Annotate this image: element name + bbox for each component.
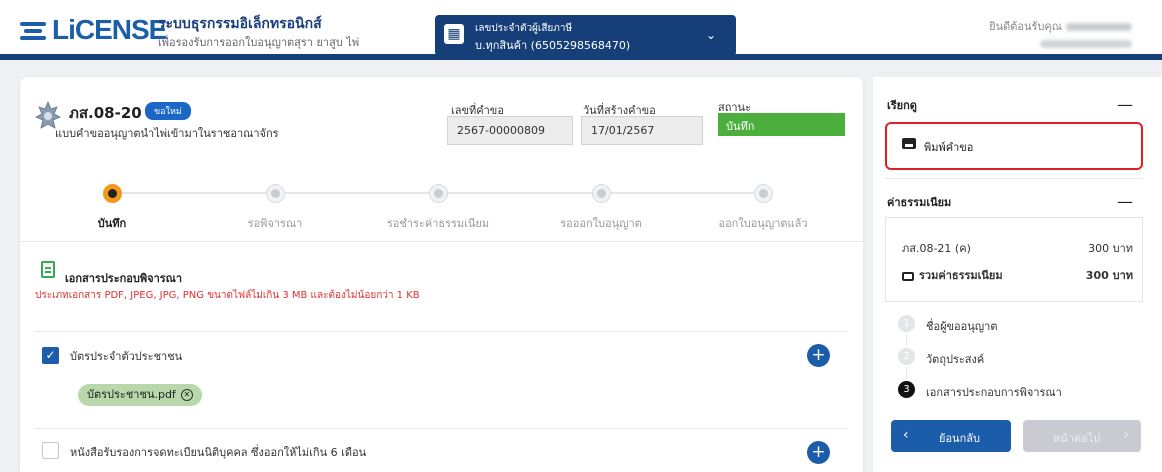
actions-title: เรียกดู bbox=[887, 99, 917, 112]
step-label-license-issued: ออกใบอนุญาตแล้ว bbox=[718, 217, 808, 230]
step-label-review: รอพิจารณา bbox=[247, 217, 303, 230]
step-dot-saved bbox=[103, 184, 122, 203]
add-company-cert-file-button[interactable]: + bbox=[807, 441, 830, 464]
blurred-user-email bbox=[1040, 40, 1132, 48]
fee-item-amount: 300 บาท bbox=[1088, 242, 1133, 255]
form-name: แบบคำขออนุญาตนำไพ่เข้ามาในราชอาณาจักร bbox=[55, 127, 279, 140]
system-subtitle: เพื่อรองรับการออกใบอนุญาตสุรา ยาสูบ ไพ่ bbox=[158, 36, 360, 49]
system-title: ระบบธุรกรรมอิเล็กทรอนิกส์ bbox=[158, 16, 322, 32]
building-icon: ▦ bbox=[444, 24, 464, 44]
request-number-field: 2567-00000809 bbox=[447, 116, 573, 145]
logo-text: LiCENSE bbox=[52, 14, 167, 45]
welcome-text: ยินดีต้อนรับคุณ bbox=[989, 20, 1062, 33]
nav-step-number: 1 bbox=[898, 315, 915, 332]
print-request-label: พิมพ์คำขอ bbox=[924, 141, 974, 154]
fee-item-name: ภส.08-21 (ค) bbox=[902, 242, 971, 255]
documents-title: เอกสารประกอบพิจารณา bbox=[65, 272, 183, 285]
step-label-license-pending: รอออกใบอนุญาต bbox=[560, 217, 642, 230]
blurred-user-name bbox=[1066, 23, 1132, 31]
app-header: LiCENSE ระบบธุรกรรมอิเล็กทรอนิกส์ เพื่อร… bbox=[0, 0, 1162, 60]
step-dot-license-pending bbox=[592, 184, 611, 203]
next-button-label: หน้าต่อไป bbox=[1053, 432, 1101, 445]
back-button-label: ย้อนกลับ bbox=[939, 432, 980, 445]
side-divider bbox=[885, 178, 1143, 179]
fee-total-label: รวมค่าธรรมเนียม bbox=[902, 266, 1003, 284]
nav-step-purpose[interactable]: วัตถุประสงค์ bbox=[926, 350, 984, 368]
logo-mark-icon bbox=[20, 19, 46, 41]
taxpayer-value: บ.ทุกสินค้า (6505298568470) bbox=[475, 39, 631, 52]
uploaded-file-name: บัตรประชาชน.pdf bbox=[87, 388, 176, 401]
next-button[interactable]: หน้าต่อไป › bbox=[1023, 420, 1141, 452]
add-id-card-file-button[interactable]: + bbox=[807, 344, 830, 367]
back-button[interactable]: ‹ ย้อนกลับ bbox=[891, 420, 1011, 452]
taxpayer-label: เลขประจำตัวผู้เสียภาษี bbox=[475, 23, 573, 34]
remove-file-icon[interactable]: ✕ bbox=[180, 389, 193, 401]
company-cert-label: หนังสือรับรองการจดทะเบียนนิติบุคคล ซึ่งอ… bbox=[70, 446, 367, 459]
company-cert-checkbox[interactable] bbox=[42, 442, 59, 459]
license-logo[interactable]: LiCENSE bbox=[20, 14, 167, 46]
created-date-field: 17/01/2567 bbox=[581, 116, 703, 145]
id-card-label: บัตรประจำตัวประชาชน bbox=[70, 350, 183, 363]
fee-summary-card: ภส.08-21 (ค) 300 บาท รวมค่าธรรมเนียม 300… bbox=[885, 217, 1143, 302]
section-divider bbox=[20, 241, 863, 242]
printer-icon bbox=[902, 138, 916, 149]
step-dot-license-issued bbox=[754, 184, 773, 203]
item-divider bbox=[35, 331, 848, 332]
request-type-badge: ขอใหม่ bbox=[145, 102, 191, 120]
document-icon bbox=[41, 261, 55, 278]
print-request-button[interactable]: พิมพ์คำขอ bbox=[885, 122, 1143, 170]
nav-step-applicant[interactable]: ชื่อผู้ขออนุญาต bbox=[926, 317, 997, 335]
step-label-payment: รอชำระค่าธรรมเนียม bbox=[386, 217, 490, 230]
collapse-fees-icon[interactable]: — bbox=[1117, 194, 1133, 210]
step-dot-payment bbox=[429, 184, 448, 203]
fee-total-amount: 300 บาท bbox=[1085, 269, 1133, 282]
request-form-card: ภส.08-20 ขอใหม่ แบบคำขออนุญาตนำไพ่เข้ามา… bbox=[20, 77, 863, 472]
form-code: ภส.08-20 bbox=[69, 104, 142, 122]
step-label-saved: บันทึก bbox=[97, 217, 127, 230]
nav-step-number: 2 bbox=[898, 348, 915, 365]
nav-step-documents[interactable]: เอกสารประกอบการพิจารณา bbox=[926, 383, 1062, 401]
fees-title: ค่าธรรมเนียม bbox=[887, 196, 952, 209]
user-welcome[interactable]: ยินดีต้อนรับคุณ bbox=[989, 17, 1132, 51]
nav-connector bbox=[906, 334, 907, 346]
chevron-right-icon: › bbox=[1123, 427, 1129, 443]
chevron-down-icon: ⌄ bbox=[705, 28, 716, 42]
money-icon bbox=[902, 271, 914, 281]
item-divider bbox=[35, 428, 848, 429]
taxpayer-selector[interactable]: ▦ เลขประจำตัวผู้เสียภาษี บ.ทุกสินค้า (65… bbox=[435, 15, 736, 56]
side-panel: เรียกดู — พิมพ์คำขอ ค่าธรรมเนียม — ภส.08… bbox=[873, 77, 1162, 472]
chevron-left-icon: ‹ bbox=[903, 427, 909, 443]
status-badge: บันทึก bbox=[718, 113, 845, 136]
uploaded-file-chip[interactable]: บัตรประชาชน.pdf ✕ bbox=[78, 384, 202, 406]
nav-connector bbox=[906, 367, 907, 379]
nav-step-number: 3 bbox=[898, 381, 915, 398]
step-dot-review bbox=[266, 184, 285, 203]
id-card-checkbox[interactable]: ✓ bbox=[42, 347, 59, 364]
documents-file-note: ประเภทเอกสาร PDF, JPEG, JPG, PNG ขนาดไฟล… bbox=[35, 290, 420, 301]
collapse-actions-icon[interactable]: — bbox=[1117, 97, 1133, 113]
